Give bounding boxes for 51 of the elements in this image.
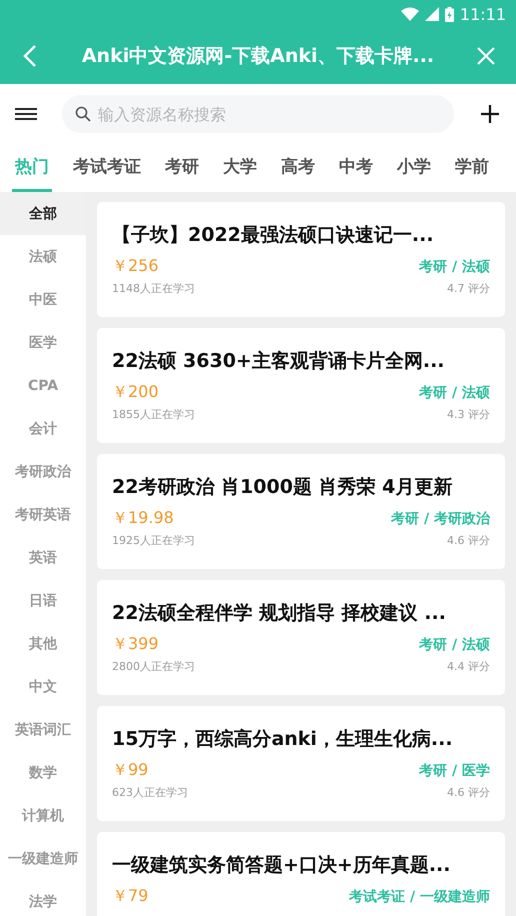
sidebar-item[interactable]: 全部 (0, 192, 86, 235)
course-title: 一级建筑实务简答题+口决+历年真题... (112, 853, 452, 878)
learner-count: 623人正在学习 (112, 785, 188, 800)
search-field[interactable]: 输入资源名称搜索 (62, 95, 454, 133)
course-card[interactable]: 15万字，西综高分anki，生理生化病... ￥99 考研 / 医学 623人正在学习 4.6 评分 (97, 706, 505, 821)
learner-count: 1148人正在学习 (112, 281, 195, 296)
course-title: 【子坎】2022最强法硕口诀速记一... (112, 223, 435, 248)
menu-icon[interactable] (15, 107, 37, 121)
status-time: 11:11 (460, 4, 506, 24)
course-rating: 4.4 评分 (447, 659, 490, 674)
category-tab[interactable]: 中考 (336, 144, 376, 192)
course-price: ￥79 (112, 886, 148, 907)
course-category: 考研 / 法硕 (419, 258, 490, 276)
course-category: 考研 / 法硕 (419, 384, 490, 402)
course-title: 15万字，西综高分anki，生理生化病... (112, 727, 454, 752)
course-card[interactable]: 一级建筑实务简答题+口决+历年真题... ￥79 考试考证 / 一级建造师 (97, 832, 505, 916)
category-tab[interactable]: 大学 (220, 144, 260, 192)
category-tab[interactable]: 学前 (452, 144, 492, 192)
search-icon (75, 106, 91, 122)
course-price: ￥99 (112, 760, 148, 781)
course-category: 考试考证 / 一级建造师 (349, 888, 490, 906)
course-category: 考研 / 法硕 (419, 636, 490, 654)
category-tab[interactable]: 小学 (394, 144, 434, 192)
course-card[interactable]: 【子坎】2022最强法硕口诀速记一... ￥256 考研 / 法硕 1148人正在学习 4.7 评分 (97, 202, 505, 317)
course-title: 22法硕全程伴学 规划指导 择校建议 ... (112, 601, 447, 626)
course-category: 考研 / 医学 (419, 762, 490, 780)
category-tab[interactable]: 考研 (162, 144, 202, 192)
course-rating: 4.3 评分 (447, 407, 490, 422)
category-tab[interactable]: 考试考证 (70, 144, 144, 192)
plus-icon[interactable] (481, 105, 499, 123)
course-card[interactable]: 22法硕 3630+主客观背诵卡片全网... ￥200 考研 / 法硕 1855人正在学习 4.3 评分 (97, 328, 505, 443)
category-tab[interactable]: 高考 (278, 144, 318, 192)
wifi-icon (400, 7, 419, 21)
course-price: ￥200 (112, 382, 159, 403)
page-title: Anki中文资源网-下载Anki、下载卡牌... (80, 44, 436, 69)
course-price: ￥256 (112, 256, 159, 277)
learner-count: 1925人正在学习 (112, 533, 195, 548)
learner-count: 2800人正在学习 (112, 659, 195, 674)
course-title: 22考研政治 肖1000题 肖秀荣 4月更新 (112, 475, 454, 500)
course-price: ￥399 (112, 634, 159, 655)
course-category: 考研 / 考研政治 (391, 510, 490, 528)
battery-icon (444, 6, 454, 22)
course-card[interactable]: 22考研政治 肖1000题 肖秀荣 4月更新 ￥19.98 考研 / 考研政治 1925人正在学习 4.6 评分 (97, 454, 505, 569)
signal-icon (424, 7, 439, 21)
course-card[interactable]: 22法硕全程伴学 规划指导 择校建议 ... ￥399 考研 / 法硕 2800人正在学习 4.4 评分 (97, 580, 505, 695)
course-rating: 4.6 评分 (447, 785, 490, 800)
course-price: ￥19.98 (112, 508, 174, 529)
learner-count: 1855人正在学习 (112, 407, 195, 422)
course-rating: 4.6 评分 (447, 533, 490, 548)
course-title: 22法硕 3630+主客观背诵卡片全网... (112, 349, 446, 374)
course-rating: 4.7 评分 (447, 281, 490, 296)
